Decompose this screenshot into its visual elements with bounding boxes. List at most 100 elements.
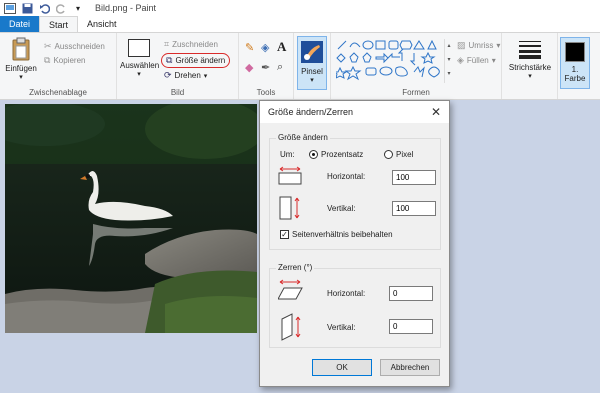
- eraser-icon[interactable]: ◆: [245, 61, 253, 74]
- resize-button[interactable]: ⧉ Größe ändern: [161, 53, 231, 68]
- horizontal-skew-icon: [278, 279, 303, 300]
- copy-label: Kopieren: [53, 56, 86, 65]
- rotate-button[interactable]: ⟳ Drehen ▾: [164, 70, 207, 81]
- resize-dialog: Größe ändern/Zerren ✕ Größe ändern Um: P…: [259, 100, 450, 387]
- paste-label: Einfügen: [5, 64, 37, 73]
- vertical-resize-icon: [279, 196, 300, 220]
- resize-group-title: Größe ändern: [276, 133, 330, 142]
- cut-button[interactable]: ✂ Ausschneiden: [44, 41, 105, 52]
- scissors-icon: ✂: [44, 41, 52, 51]
- ribbon-tabs: Datei Start Ansicht: [0, 16, 600, 32]
- tools-group: ✎ ◈ A ◆ ✒ ⌕ Tools: [239, 33, 294, 99]
- tools-group-label: Tools: [256, 88, 276, 97]
- dialog-title: Größe ändern/Zerren: [268, 107, 354, 117]
- brushes-group: Pinsel ▾: [294, 33, 331, 99]
- skew-group-title: Zerren (°): [276, 263, 315, 272]
- paste-dropdown-icon: ▾: [19, 74, 23, 81]
- outline-icon: ▨: [457, 40, 466, 50]
- skew-horizontal-label: Horizontal:: [327, 289, 366, 298]
- vertical-skew-icon: [281, 313, 301, 341]
- stroke-size-label: Strichstärke: [508, 63, 552, 72]
- stroke-size-dropdown-icon: ▾: [528, 73, 532, 80]
- copy-button[interactable]: ⧉ Kopieren: [44, 55, 85, 66]
- paste-icon: [12, 37, 30, 61]
- close-icon[interactable]: ✕: [431, 105, 441, 119]
- copy-icon: ⧉: [44, 55, 51, 65]
- color1-swatch: [565, 42, 585, 62]
- crop-label: Zuschneiden: [172, 40, 218, 49]
- tab-view[interactable]: Ansicht: [78, 16, 126, 32]
- brush-icon: [301, 41, 323, 63]
- ribbon: Einfügen ▾ ✂ Ausschneiden ⧉ Kopieren Zwi…: [0, 32, 600, 100]
- fill-icon: ◈: [457, 55, 464, 65]
- shapes-gallery[interactable]: [336, 39, 444, 83]
- shapes-scroll[interactable]: ▴ ▾ ▾: [444, 39, 453, 83]
- cancel-button[interactable]: Abbrechen: [380, 359, 440, 376]
- brushes-button[interactable]: Pinsel ▾: [297, 36, 327, 90]
- save-icon[interactable]: [20, 2, 34, 14]
- tab-file[interactable]: Datei: [0, 16, 40, 32]
- dialog-titlebar: Größe ändern/Zerren ✕: [260, 101, 449, 123]
- color1-label: 1. Farbe: [564, 65, 586, 83]
- stroke-size-button[interactable]: Strichstärke ▾: [506, 39, 554, 89]
- select-button[interactable]: Auswählen ▾: [120, 39, 160, 85]
- horizontal-label: Horizontal:: [327, 172, 366, 181]
- outline-button[interactable]: ▨ Umriss ▾: [457, 40, 500, 51]
- rotate-label: Drehen: [174, 71, 201, 80]
- rotate-icon: ⟳: [164, 70, 172, 80]
- cut-label: Ausschneiden: [54, 42, 105, 51]
- pencil-icon[interactable]: ✎: [245, 41, 254, 54]
- clipboard-group-label: Zwischenablage: [29, 88, 87, 97]
- skew-vertical-label: Vertikal:: [327, 323, 356, 332]
- vertical-label: Vertikal:: [327, 204, 356, 213]
- fill-dropdown-icon: ▾: [491, 56, 496, 65]
- crop-button[interactable]: ⌗ Zuschneiden: [164, 39, 218, 50]
- resize-groupbox: Größe ändern Um: Prozentsatz Pixel Horiz…: [269, 133, 441, 250]
- crop-icon: ⌗: [164, 39, 170, 49]
- ok-button[interactable]: OK: [312, 359, 372, 376]
- redo-icon[interactable]: [54, 2, 68, 14]
- stroke-size-icon: [519, 41, 541, 59]
- tab-start[interactable]: Start: [39, 16, 79, 32]
- magnifier-icon[interactable]: ⌕: [277, 61, 283, 74]
- resize-icon: ⧉: [166, 55, 173, 65]
- fill-bucket-icon[interactable]: ◈: [261, 41, 269, 54]
- clipboard-group: Einfügen ▾ ✂ Ausschneiden ⧉ Kopieren Zwi…: [0, 33, 117, 99]
- title-bar: ▾ Bild.png - Paint: [0, 0, 600, 16]
- color-picker-icon[interactable]: ✒: [261, 61, 270, 74]
- skew-horizontal-input[interactable]: [389, 286, 433, 301]
- resize-label: Größe ändern: [175, 56, 226, 65]
- image-group-label: Bild: [170, 88, 185, 97]
- outline-dropdown-icon: ▾: [496, 41, 501, 50]
- pixel-label: Pixel: [396, 150, 414, 159]
- undo-icon[interactable]: [37, 2, 51, 14]
- paint-app-icon: [3, 2, 17, 14]
- vertical-input[interactable]: [392, 201, 436, 216]
- brushes-label: Pinsel: [301, 67, 323, 76]
- fill-button[interactable]: ◈ Füllen ▾: [457, 55, 496, 66]
- skew-groupbox: Zerren (°) Horizontal: Vertikal:: [269, 263, 441, 348]
- image-group: Auswählen ▾ ⌗ Zuschneiden ⧉ Größe ändern…: [117, 33, 239, 99]
- fill-label: Füllen: [466, 56, 489, 65]
- brushes-dropdown-icon: ▾: [310, 77, 314, 84]
- color1-button[interactable]: 1. Farbe: [560, 37, 590, 89]
- keep-ratio-checkbox[interactable]: ✓: [280, 230, 289, 239]
- paste-button[interactable]: Einfügen ▾: [4, 37, 38, 83]
- skew-vertical-input[interactable]: [389, 319, 433, 334]
- shapes-group: ▴ ▾ ▾ ▨ Umriss ▾ ◈ Füllen ▾ Formen: [331, 33, 502, 99]
- size-group: Strichstärke ▾: [502, 33, 558, 99]
- pixel-radio[interactable]: [384, 150, 393, 159]
- percent-label: Prozentsatz: [321, 150, 364, 159]
- keep-ratio-label: Seitenverhältnis beibehalten: [292, 230, 393, 239]
- outline-label: Umriss: [468, 41, 494, 50]
- customize-toolbar-icon[interactable]: ▾: [71, 2, 85, 14]
- by-label: Um:: [280, 150, 295, 159]
- rotate-dropdown-icon: ▾: [203, 72, 208, 80]
- percent-radio[interactable]: [309, 150, 318, 159]
- canvas-image[interactable]: [5, 104, 257, 333]
- select-label: Auswählen: [120, 61, 160, 70]
- text-icon[interactable]: A: [277, 39, 286, 55]
- select-icon: [128, 39, 150, 57]
- horizontal-input[interactable]: [392, 170, 436, 185]
- horizontal-resize-icon: [278, 166, 302, 185]
